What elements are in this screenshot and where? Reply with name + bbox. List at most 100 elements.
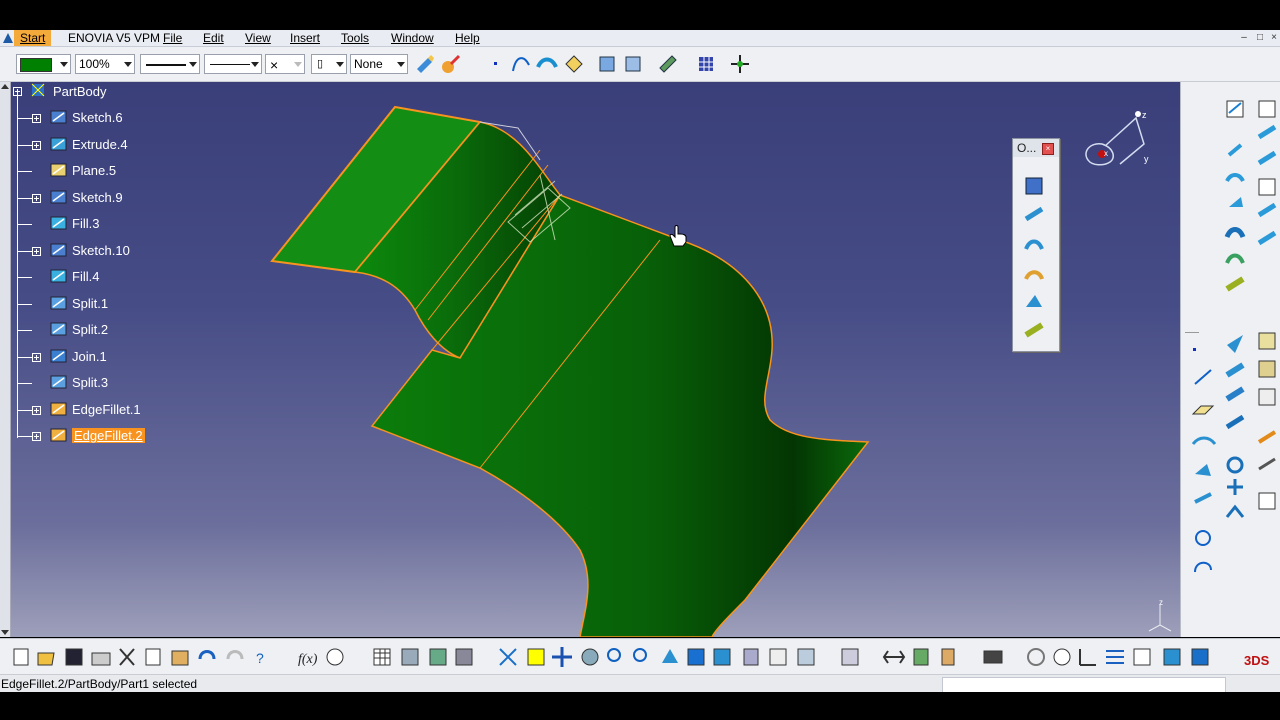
- tree-item-label[interactable]: Fill.3: [72, 214, 99, 234]
- tree-item-label[interactable]: Extrude.4: [72, 135, 128, 155]
- menu-tools[interactable]: Tools: [341, 30, 369, 46]
- feature-label: Sketch.6: [72, 110, 123, 125]
- axis-triad: z: [1148, 598, 1172, 632]
- edge-fillet-icon: [50, 428, 67, 442]
- svg-text:3DS: 3DS: [1244, 653, 1270, 668]
- top-black-bar: [0, 0, 1280, 30]
- tree-item-label[interactable]: EdgeFillet.2: [72, 426, 145, 446]
- point-icon[interactable]: [486, 53, 508, 75]
- tree-connector: [18, 383, 32, 384]
- tree-connector: [18, 197, 32, 199]
- standard-tool-icons[interactable]: ? f(x) 3DS: [0, 639, 1280, 675]
- measure-icon[interactable]: [657, 53, 679, 75]
- rendering-style-combo[interactable]: ▯: [311, 54, 347, 74]
- minimize-icon[interactable]: –: [1238, 32, 1250, 43]
- command-input[interactable]: [942, 677, 1226, 693]
- menu-help[interactable]: Help: [455, 30, 480, 46]
- thickness-combo[interactable]: [204, 54, 262, 74]
- feature-label: Fill.4: [72, 269, 100, 284]
- tree-expand-0[interactable]: [32, 114, 41, 123]
- tree-item-label[interactable]: EdgeFillet.1: [72, 400, 141, 420]
- close-icon[interactable]: ×: [1042, 143, 1054, 155]
- menu-enovia[interactable]: ENOVIA V5 VPM: [68, 30, 160, 46]
- curve-icon[interactable]: [510, 53, 532, 75]
- tree-expand-5[interactable]: [32, 246, 41, 256]
- restore-icon[interactable]: □: [1254, 32, 1266, 43]
- partbody-icon: [31, 83, 45, 97]
- tree-item-partbody[interactable]: PartBody: [53, 82, 106, 102]
- compass-widget[interactable]: z y x: [1080, 106, 1160, 176]
- split-icon: [50, 296, 67, 309]
- grid-icon[interactable]: [695, 53, 717, 75]
- painter-icon[interactable]: [414, 53, 436, 75]
- tree-expand-root[interactable]: [13, 87, 22, 96]
- transparency-value: 100%: [79, 57, 110, 71]
- menu-view[interactable]: View: [245, 30, 271, 46]
- menu-edit[interactable]: Edit: [203, 30, 224, 46]
- split-icon: [50, 375, 67, 389]
- layer-combo[interactable]: None: [350, 54, 408, 74]
- tree-item-label[interactable]: Plane.5: [72, 161, 116, 181]
- tree-connector: [18, 436, 32, 437]
- menu-bar: Start ENOVIA V5 VPM File Edit View Inser…: [0, 30, 1280, 47]
- surface-icon[interactable]: [536, 53, 558, 75]
- tree-expand-11[interactable]: [32, 405, 41, 415]
- split-icon: [50, 322, 67, 336]
- menu-start[interactable]: Start: [14, 30, 52, 46]
- plane-icon: [50, 163, 67, 177]
- color-swatch: [20, 58, 52, 72]
- menu-file[interactable]: File: [163, 30, 182, 46]
- status-bar: EdgeFillet.2/PartBody/Part1 selected: [0, 674, 1280, 693]
- floating-tool-icons[interactable]: [1023, 175, 1049, 345]
- tree-connector: [18, 330, 32, 331]
- sketch-icon: [50, 110, 67, 124]
- right-toolbar-panel: [1180, 82, 1280, 637]
- tree-item-label[interactable]: Split.3: [72, 373, 108, 393]
- tree-item-label[interactable]: Join.1: [72, 347, 107, 367]
- view-mode-icon[interactable]: [596, 53, 618, 75]
- color-combo[interactable]: [16, 54, 71, 74]
- feature-label: Sketch.9: [72, 189, 123, 205]
- catia-app-icon: [3, 33, 13, 43]
- fill-icon: [50, 269, 67, 283]
- tree-connector: [18, 277, 32, 278]
- tree-connector: [18, 144, 32, 146]
- tree-expand-9[interactable]: [32, 352, 41, 362]
- tree-item-label[interactable]: Sketch.6: [72, 108, 123, 128]
- tree-connector: [18, 171, 32, 172]
- feature-label: Join.1: [72, 348, 107, 364]
- tree-item-label[interactable]: Split.2: [72, 320, 108, 340]
- tree-connector: [18, 224, 32, 225]
- close-icon[interactable]: ×: [1268, 32, 1280, 43]
- extrude-icon: [50, 137, 67, 150]
- tree-item-label[interactable]: Fill.4: [72, 267, 99, 287]
- view-mode-2-icon[interactable]: [622, 53, 644, 75]
- specification-tree: PartBody Sketch.6 Extrude.4 Plane.5 Sketch.…: [0, 82, 180, 462]
- selected-feature-label: EdgeFillet.2: [72, 428, 145, 443]
- tree-expand-3[interactable]: [32, 193, 41, 203]
- feature-label: Extrude.4: [72, 136, 128, 152]
- right-tool-icons[interactable]: [1223, 97, 1280, 597]
- point-symbol-combo[interactable]: ×: [265, 54, 305, 74]
- sketch-icon: [50, 243, 67, 256]
- snap-icon[interactable]: [729, 53, 751, 75]
- bottom-black-bar: [0, 692, 1280, 720]
- right-left-column-icons[interactable]: [1189, 344, 1223, 584]
- svg-text:f(x): f(x): [298, 652, 318, 667]
- operations-floating-toolbar[interactable]: O... ×: [1012, 138, 1060, 352]
- tree-item-label[interactable]: Split.1: [72, 294, 108, 314]
- tree-expand-12[interactable]: [32, 432, 41, 441]
- tree-item-label[interactable]: Sketch.9: [72, 188, 123, 208]
- svg-text:?: ?: [256, 650, 264, 666]
- tree-item-label[interactable]: Sketch.10: [72, 241, 130, 261]
- properties-brush-icon[interactable]: [440, 53, 462, 75]
- tree-connector: [18, 409, 32, 411]
- sketch-icon: [50, 190, 67, 203]
- fill-icon: [50, 216, 67, 230]
- linetype-combo[interactable]: [140, 54, 200, 74]
- tree-expand-1[interactable]: [32, 140, 41, 150]
- menu-window[interactable]: Window: [391, 30, 434, 46]
- transparency-combo[interactable]: 100%: [75, 54, 135, 74]
- menu-insert[interactable]: Insert: [290, 30, 320, 46]
- solid-icon[interactable]: [563, 53, 585, 75]
